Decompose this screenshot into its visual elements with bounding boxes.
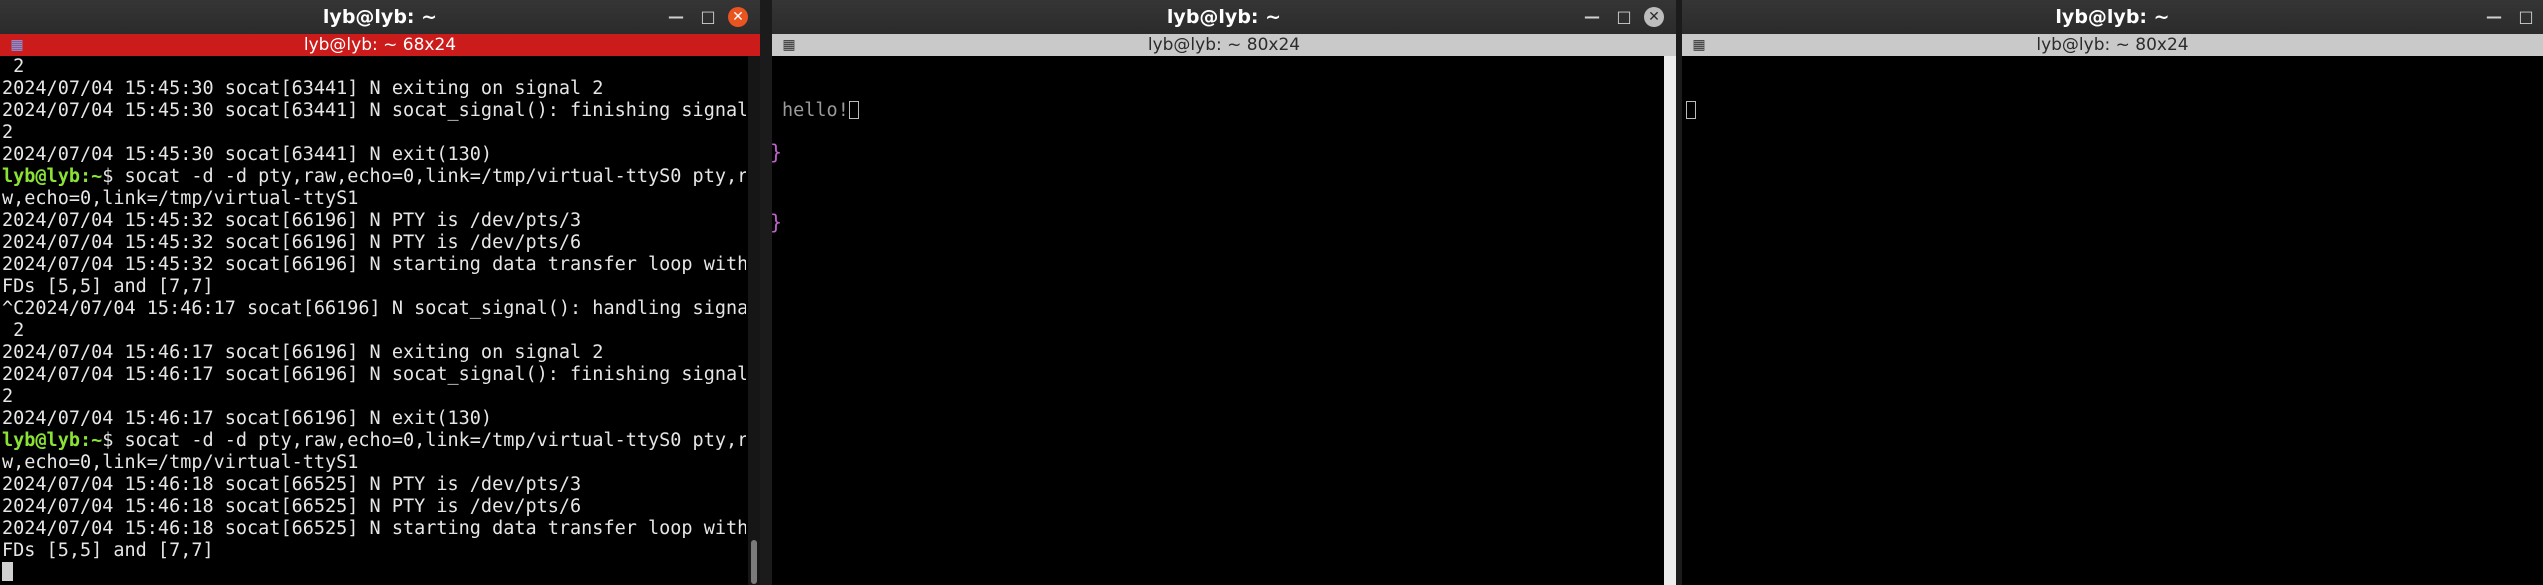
terminal-text: hello! [782,100,849,121]
terminal-line: FDs [5,5] and [7,7] [2,540,746,562]
window-title: lyb@lyb: ~ [1166,6,1282,28]
minimize-icon[interactable]: — [664,5,688,29]
terminal-text: 2024/07/04 15:45:32 socat[66196] N PTY i… [2,210,582,231]
terminal-line: 2024/07/04 15:45:32 socat[66196] N PTY i… [2,210,746,232]
minimize-icon[interactable]: — [1580,5,1604,29]
close-icon[interactable]: ✕ [1644,7,1664,27]
terminal-line: 2024/07/04 15:46:18 socat[66525] N start… [2,518,746,540]
terminal-text: 2024/07/04 15:45:30 socat[63441] N exiti… [2,78,604,99]
terminal-text: 2024/07/04 15:45:32 socat[66196] N PTY i… [2,232,582,253]
window-title: lyb@lyb: ~ [2055,6,2170,28]
terminal-line: 2024/07/04 15:46:17 socat[66196] N exit(… [2,408,746,430]
window-title: lyb@lyb: ~ [322,6,438,28]
text-cursor [2,562,13,581]
terminal-text: 2024/07/04 15:46:18 socat[66525] N PTY i… [2,496,582,517]
terminal-text: 2024/07/04 15:46:17 socat[66196] N exit(… [2,408,493,429]
scrollbar[interactable] [1664,56,1676,585]
terminal-text: 2024/07/04 15:45:30 socat[63441] N socat… [2,100,746,121]
window-titlebar[interactable]: lyb@lyb: ~ — □ [1682,0,2543,34]
terminal-window-left[interactable]: lyb@lyb: ~ — □ ✕ ▦ lyb@lyb: ~ 68x24 2 202… [0,0,760,585]
terminal-text: 2024/07/04 15:46:17 socat[66196] N exiti… [2,342,604,363]
shell-prompt: lyb@lyb:~ [2,430,103,451]
terminal-text: $ socat -d -d pty,raw,echo=0,link=/tmp/v… [102,166,746,187]
text-cursor [1686,101,1696,119]
maximize-icon[interactable]: □ [1612,5,1636,29]
terminal-text: 2024/07/04 15:46:17 socat[66196] N socat… [2,364,746,385]
terminal-text: w,echo=0,link=/tmp/virtual-ttyS1 [2,452,359,473]
tab-title: lyb@lyb: ~ 80x24 [1147,35,1301,55]
terminal-line: 2024/07/04 15:45:32 socat[66196] N PTY i… [2,232,746,254]
terminal-tab-menu-icon[interactable]: ▦ [1690,36,1708,54]
shell-prompt: lyb@lyb:~ [2,166,103,187]
terminal-line: 2024/07/04 15:45:32 socat[66196] N start… [2,254,746,276]
window-titlebar[interactable]: lyb@lyb: ~ — □ ✕ [772,0,1676,34]
terminal-text: 2 [2,56,25,77]
terminal-line: 2 [2,56,746,78]
terminal-text: FDs [5,5] and [7,7] [2,276,214,297]
text-cursor [848,101,859,119]
terminal-tab-menu-icon[interactable]: ▦ [780,36,798,54]
terminal-line: FDs [5,5] and [7,7] [2,276,746,298]
terminal-line: ^C2024/07/04 15:46:17 socat[66196] N soc… [2,298,746,320]
terminal-output[interactable] [1686,56,2543,585]
terminal-text: 2024/07/04 15:45:30 socat[63441] N exit(… [2,144,493,165]
terminal-line: 2 [2,386,746,408]
tab-title: lyb@lyb: ~ 80x24 [2036,35,2189,55]
terminal-output[interactable]: 2 2024/07/04 15:45:30 socat[63441] N exit… [2,56,746,585]
terminal-window-middle[interactable]: lyb@lyb: ~ — □ ✕ ▦ lyb@lyb: ~ 80x24 hell… [772,0,1676,585]
tab-bar[interactable]: ▦ lyb@lyb: ~ 68x24 [0,34,760,56]
terminal-line: w,echo=0,link=/tmp/virtual-ttyS1 [2,452,746,474]
minimize-icon[interactable]: — [2482,5,2506,29]
terminal-text: FDs [5,5] and [7,7] [2,540,214,561]
terminal-line: 2 [2,320,746,342]
background-brace: } [770,210,783,234]
terminal-line: 2024/07/04 15:46:18 socat[66525] N PTY i… [2,496,746,518]
terminal-text: 2024/07/04 15:46:18 socat[66525] N PTY i… [2,474,582,495]
terminal-tab-menu-icon[interactable]: ▦ [8,36,26,54]
terminal-line: 2 [2,122,746,144]
terminal-text: 2 [2,122,14,143]
terminal-text: 2 [2,386,14,407]
terminal-text: ^C2024/07/04 15:46:17 socat[66196] N soc… [2,298,746,319]
terminal-line: lyb@lyb:~$ socat -d -d pty,raw,echo=0,li… [2,166,746,188]
terminal-line [2,562,746,584]
terminal-text: 2 [2,320,25,341]
tab-bar[interactable]: ▦ lyb@lyb: ~ 80x24 [772,34,1676,56]
terminal-text: 2024/07/04 15:45:32 socat[66196] N start… [2,254,746,275]
terminal-text: w,echo=0,link=/tmp/virtual-ttyS1 [2,188,359,209]
terminal-window-right[interactable]: lyb@lyb: ~ — □ ▦ lyb@lyb: ~ 80x24 [1682,0,2543,585]
terminal-line: 2024/07/04 15:46:17 socat[66196] N exiti… [2,342,746,364]
close-icon[interactable]: ✕ [728,7,748,27]
terminal-line: lyb@lyb:~$ socat -d -d pty,raw,echo=0,li… [2,430,746,452]
tab-bar[interactable]: ▦ lyb@lyb: ~ 80x24 [1682,34,2543,56]
background-brace: } [770,140,783,164]
scrollbar-thumb[interactable] [751,540,757,584]
maximize-icon[interactable]: □ [2514,5,2538,29]
terminal-line: 2024/07/04 15:45:30 socat[63441] N exit(… [2,144,746,166]
terminal-line: 2024/07/04 15:46:18 socat[66525] N PTY i… [2,474,746,496]
window-titlebar[interactable]: lyb@lyb: ~ — □ ✕ [0,0,760,34]
terminal-line: 2024/07/04 15:45:30 socat[63441] N socat… [2,100,746,122]
terminal-line: 2024/07/04 15:45:30 socat[63441] N exiti… [2,78,746,100]
scrollbar[interactable] [748,56,760,585]
terminal-text: $ socat -d -d pty,raw,echo=0,link=/tmp/v… [102,430,746,451]
terminal-text: 2024/07/04 15:46:18 socat[66525] N start… [2,518,746,539]
tab-title: lyb@lyb: ~ 68x24 [303,35,457,55]
terminal-output[interactable]: hello! [782,56,1658,585]
maximize-icon[interactable]: □ [696,5,720,29]
terminal-line: 2024/07/04 15:46:17 socat[66196] N socat… [2,364,746,386]
terminal-line: w,echo=0,link=/tmp/virtual-ttyS1 [2,188,746,210]
